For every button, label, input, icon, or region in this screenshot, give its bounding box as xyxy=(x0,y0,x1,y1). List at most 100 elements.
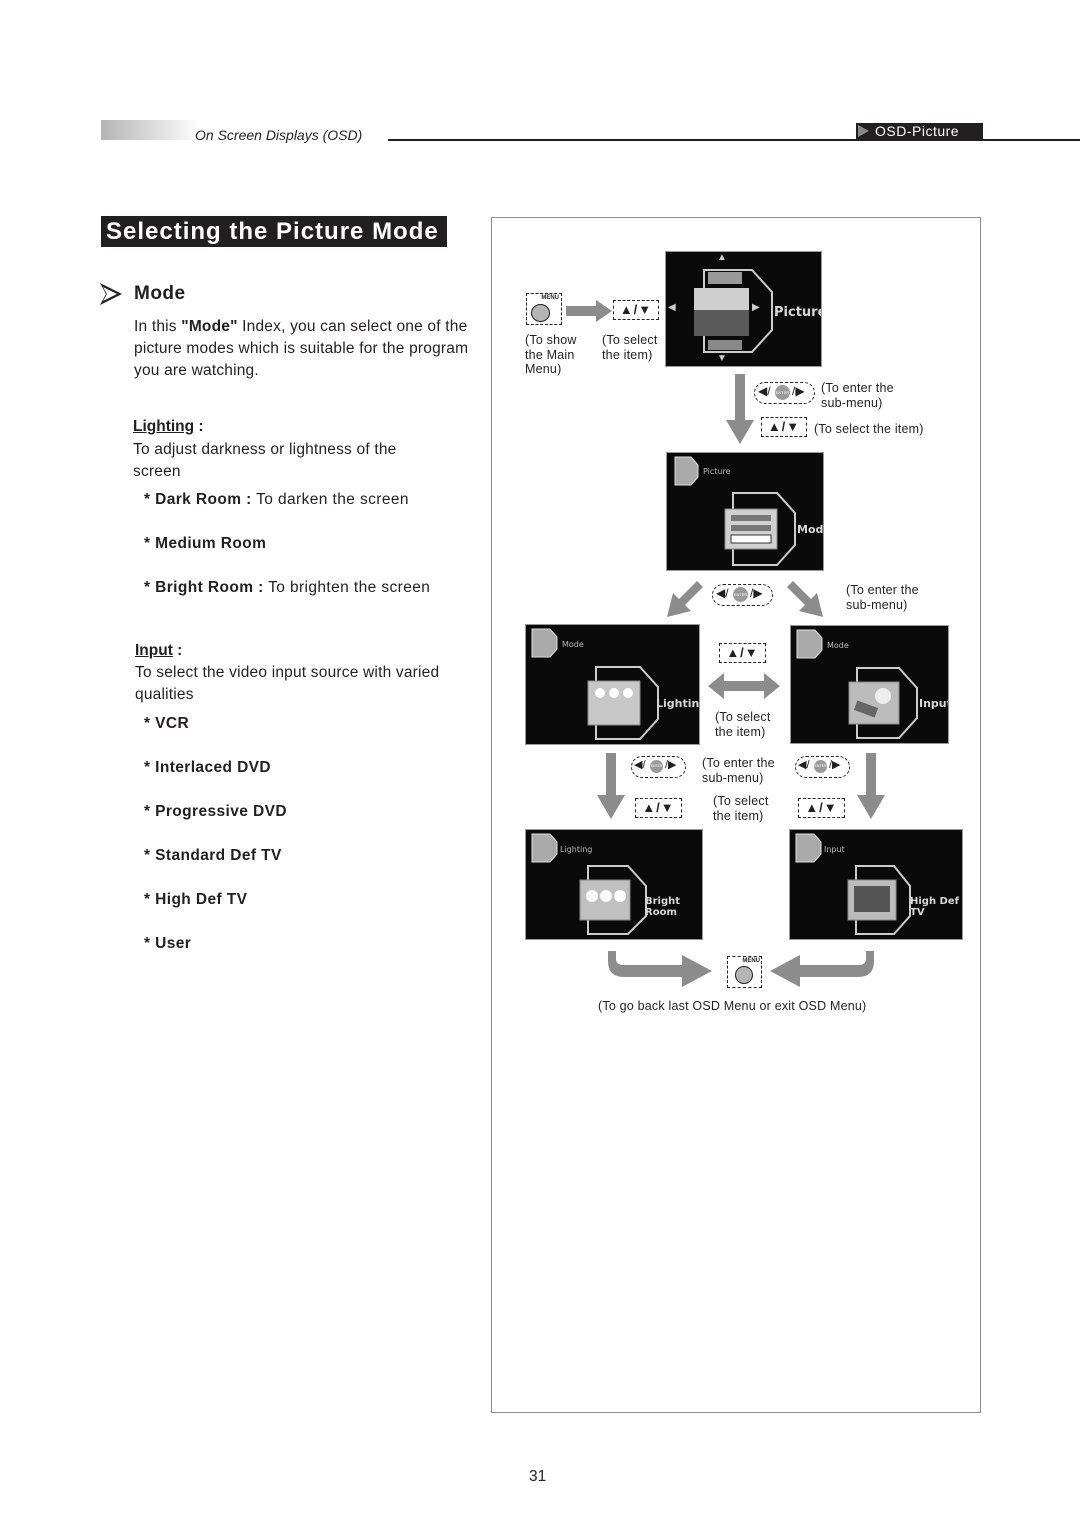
caption-enter-submenu: (To enter the sub-menu) xyxy=(702,756,775,785)
down-arrow-icon: ▼ xyxy=(717,353,727,364)
screen-corner-label: Picture xyxy=(703,467,731,476)
menu-button-graphic: MENU xyxy=(727,956,762,988)
enter-keys-graphic: ◀/ ENTER /▶ xyxy=(754,382,815,404)
caption-select-item: (To select the item) xyxy=(715,710,771,739)
enter-keys-graphic: ◀/ ENTER /▶ xyxy=(712,584,773,606)
input-item: * Standard Def TV xyxy=(144,847,282,865)
header-section-title: On Screen Displays (OSD) xyxy=(195,127,363,143)
arrowhead-bullet-icon xyxy=(100,283,122,305)
osd-screen-bright-room: Lighting Bright Room xyxy=(525,829,703,940)
item-label: * User xyxy=(144,935,192,952)
enter-keys-graphic: ◀/ ENTER /▶ xyxy=(795,756,850,778)
screen-label: Mode xyxy=(797,523,824,536)
input-description: To select the video input source with va… xyxy=(135,664,440,703)
screen-label: Bright Room xyxy=(645,896,681,918)
left-key-icon: ◀/ xyxy=(716,586,729,600)
mini-cube-icon xyxy=(674,456,699,486)
lighting-item: * Medium Room xyxy=(144,535,266,553)
menu-cube-icon xyxy=(587,666,659,740)
menu-cube-icon xyxy=(694,269,773,353)
intro-bold: "Mode" xyxy=(181,318,238,335)
caption-enter-submenu: (To enter the sub-menu) xyxy=(846,583,919,612)
osd-screen-high-def-tv: Input High Def TV xyxy=(789,829,963,940)
caption-show-main-menu: (To show the Main Menu) xyxy=(525,333,577,376)
caption-go-back: (To go back last OSD Menu or exit OSD Me… xyxy=(598,999,867,1013)
right-key-icon: /▶ xyxy=(829,759,841,771)
menu-button-graphic: MENU xyxy=(526,293,562,325)
screen-label: Input xyxy=(919,697,949,710)
arrow-right-icon xyxy=(566,300,612,322)
updown-keys-graphic: ▲/▼ xyxy=(719,643,766,663)
item-label: * Standard Def TV xyxy=(144,847,282,864)
mini-cube-icon xyxy=(531,833,558,863)
input-item: * VCR xyxy=(144,715,189,733)
item-label: * Dark Room : xyxy=(144,491,252,508)
curved-arrow-left-icon xyxy=(770,951,874,987)
lighting-item: * Bright Room : To brighten the screen xyxy=(144,579,430,597)
mini-cube-icon xyxy=(795,833,822,863)
lighting-description: To adjust darkness or lightness of the s… xyxy=(133,441,397,480)
input-heading-text: Input xyxy=(135,642,173,659)
osd-screen-input: Mode Input xyxy=(790,625,949,744)
screen-corner-label: Mode xyxy=(827,641,849,650)
lighting-item: * Dark Room : To darken the screen xyxy=(144,491,409,509)
screen-label: Picture xyxy=(774,305,822,320)
colon: : xyxy=(172,642,183,659)
enter-key-icon: ENTER xyxy=(775,385,790,400)
item-label: * Bright Room : xyxy=(144,579,264,596)
menu-cube-icon xyxy=(847,865,911,935)
updown-keys-graphic: ▲/▼ xyxy=(798,798,845,818)
input-item: * Progressive DVD xyxy=(144,803,287,821)
updown-keys-graphic: ▲/▼ xyxy=(613,300,659,320)
round-button-icon xyxy=(531,304,550,322)
updown-keys-graphic: ▲/▼ xyxy=(635,798,682,818)
item-desc: To brighten the screen xyxy=(263,579,431,596)
enter-keys-graphic: ◀/ ENTER /▶ xyxy=(631,756,686,778)
header-tag-label: OSD-Picture xyxy=(875,123,960,139)
arrow-down-icon xyxy=(726,374,754,444)
input-item: * User xyxy=(144,935,191,953)
lighting-heading: Lighting : xyxy=(133,418,204,436)
screen-label: Lighting xyxy=(656,697,700,710)
enter-key-icon: ENTER xyxy=(814,760,827,773)
header-gradient-bar xyxy=(101,120,201,140)
mode-heading: Mode xyxy=(134,283,186,304)
arrow-left-right-icon xyxy=(708,673,780,699)
menu-cube-icon xyxy=(724,492,796,566)
screen-label: High Def TV xyxy=(910,896,959,918)
left-key-icon: ◀/ xyxy=(758,384,771,398)
item-label: * Interlaced DVD xyxy=(144,759,271,776)
item-label: * VCR xyxy=(144,715,190,732)
input-item: * High Def TV xyxy=(144,891,247,909)
caption-select-item: (To select the item) xyxy=(602,333,658,362)
header-tag: OSD-Picture xyxy=(856,123,983,140)
right-key-icon: /▶ xyxy=(665,759,677,771)
screen-corner-label: Lighting xyxy=(560,845,593,854)
menu-cube-icon xyxy=(579,865,647,935)
caption-select-item: (To select the item) xyxy=(814,422,924,436)
left-key-icon: ◀/ xyxy=(798,759,810,771)
updown-keys-graphic: ▲/▼ xyxy=(761,417,807,437)
osd-screen-lighting: Mode Lighting xyxy=(525,624,700,745)
input-item: * Interlaced DVD xyxy=(144,759,271,777)
item-label: * High Def TV xyxy=(144,891,248,908)
screen-corner-label: Mode xyxy=(562,640,584,649)
menu-key-label: MENU xyxy=(742,958,760,964)
right-arrow-icon: ▶ xyxy=(752,302,760,313)
menu-key-label: MENU xyxy=(541,295,559,301)
screen-corner-label: Input xyxy=(824,845,845,854)
page-number: 31 xyxy=(529,1468,547,1485)
caption-enter-submenu: (To enter the sub-menu) xyxy=(821,381,894,410)
colon: : xyxy=(194,418,204,435)
curved-arrow-right-icon xyxy=(608,951,712,987)
menu-cube-icon xyxy=(848,667,918,739)
page-title: Selecting the Picture Mode xyxy=(101,216,447,247)
arrow-down-icon xyxy=(597,753,625,819)
osd-screen-picture: Picture ▲ ▼ ◀ ▶ xyxy=(665,251,822,367)
item-label: * Medium Room xyxy=(144,535,267,552)
up-arrow-icon: ▲ xyxy=(717,252,727,263)
triangle-right-icon xyxy=(858,125,869,137)
mode-intro: In this "Mode" Index, you can select one… xyxy=(134,316,474,382)
item-desc: To darken the screen xyxy=(251,491,409,508)
lighting-heading-text: Lighting xyxy=(133,418,195,435)
